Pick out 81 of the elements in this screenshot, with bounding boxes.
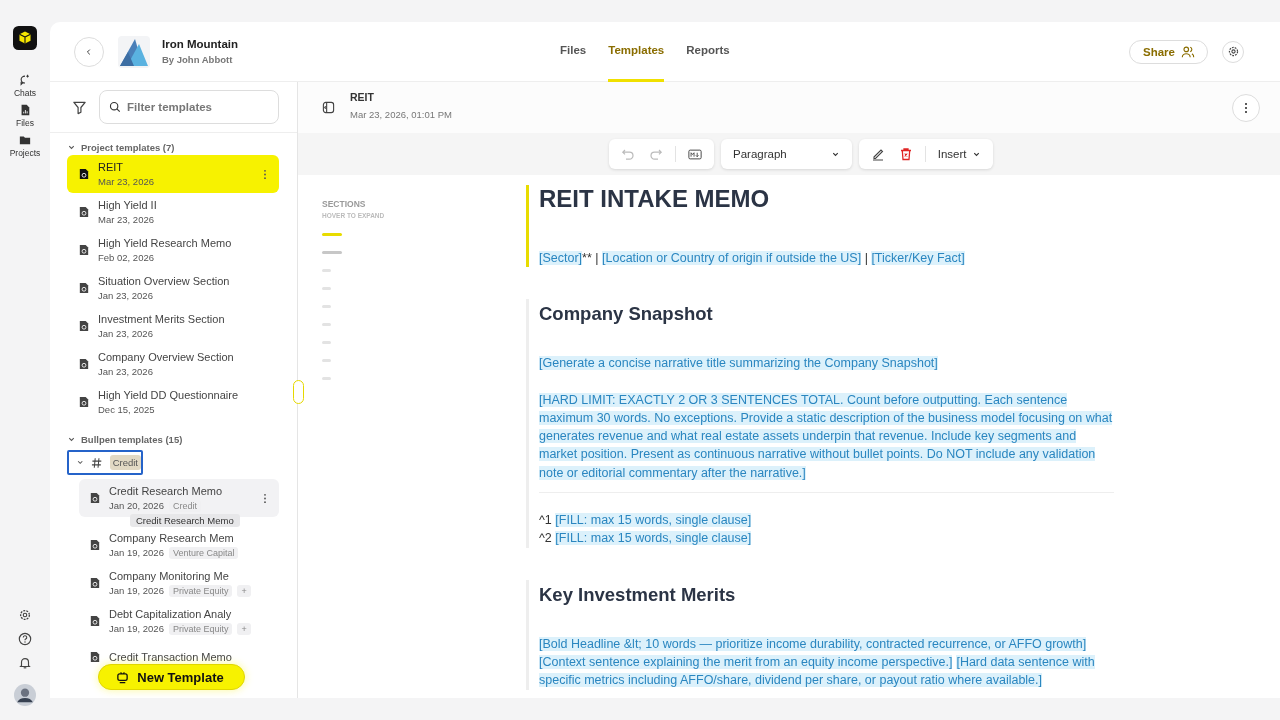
document-icon xyxy=(79,396,89,408)
tag: Venture Capital xyxy=(168,546,239,559)
folder-icon xyxy=(19,134,31,146)
template-item[interactable]: Company Research Mem Jan 19, 2026 Venture Capital xyxy=(79,526,279,564)
tag: Credit xyxy=(109,455,141,470)
more-icon[interactable] xyxy=(263,492,267,504)
memo-paragraph: [HARD LIMIT: EXACTLY 2 OR 3 SENTENCES TOTAL. Count before outputting. Each sentence maximum 30 words. No exceptions. Provide a static description of the business model focusing on what generates revenue and what real estate assets underpin that revenue. Include key segments and market position. Present as continuous narrative without bullet points. Do NOT include any validation note or editorial commentary after the narrative.] xyxy=(539,391,1114,482)
hash-icon xyxy=(91,456,103,469)
memo-paragraph: [Bold Headline &lt; 10 words — prioritize income durability, contracted recurrence, or AFFO growth] [Context sentence explaining the merit from an equity income perspective.] [Hard data sentence with specific metrics including AFFO/share, dividend per share, or payout ratio where available.] xyxy=(539,635,1096,690)
users-icon xyxy=(1181,44,1195,59)
tag: + xyxy=(237,622,251,635)
template-item[interactable]: REIT Mar 23, 2026 xyxy=(67,155,279,193)
document-icon xyxy=(90,492,100,504)
help-icon[interactable] xyxy=(18,632,32,646)
template-item[interactable]: Company Overview Section Jan 23, 2026 xyxy=(67,345,279,383)
document-icon xyxy=(79,320,89,332)
document-title: REIT xyxy=(350,91,375,103)
resize-handle[interactable] xyxy=(293,380,304,404)
memo-block[interactable]: REIT INTAKE MEMO [Sector]** | [Location or Country of origin if outside the US] | [Ticker/Key Fact] xyxy=(526,185,1114,268)
tab[interactable]: Reports xyxy=(686,22,730,82)
outline-title: SECTIONS xyxy=(322,199,367,209)
section-heading: Company Snapshot xyxy=(539,302,714,326)
undo-icon xyxy=(621,147,635,161)
template-item[interactable]: Investment Merits Section Jan 23, 2026 xyxy=(67,307,279,345)
mountain-logo xyxy=(118,35,150,68)
nav-item[interactable]: Projects xyxy=(9,134,41,158)
tag: Private Equity xyxy=(168,584,233,597)
settings-icon xyxy=(1226,45,1240,58)
template-item[interactable]: High Yield Research Memo Feb 02, 2026 xyxy=(67,231,279,269)
more-icon xyxy=(1244,101,1248,114)
tag: Private Equity xyxy=(168,622,233,635)
template-item[interactable]: Situation Overview Section Jan 23, 2026 xyxy=(67,269,279,307)
sidebar-toggle-icon[interactable] xyxy=(322,101,335,114)
memo-paragraph: ^2 [FILL: max 15 words, single clause] xyxy=(539,530,753,548)
project-name: Iron Mountain xyxy=(162,38,238,50)
filter-icon[interactable] xyxy=(72,99,87,115)
file-chart-icon xyxy=(19,104,31,116)
document-timestamp: Mar 23, 2026, 01:01 PM xyxy=(350,109,452,120)
document-icon xyxy=(79,282,89,294)
memo-paragraph: [Sector]** | [Location or Country of origin if outside the US] | [Ticker/Key Fact] xyxy=(539,250,966,267)
filter-field[interactable]: Filter templates xyxy=(99,90,279,124)
tag: + xyxy=(237,584,251,597)
trash-icon xyxy=(898,147,913,161)
chat-icon xyxy=(19,74,31,86)
name-tooltip: Credit Research Memo xyxy=(130,514,240,527)
settings-icon[interactable] xyxy=(18,608,32,622)
back-icon xyxy=(85,47,93,56)
redo-icon xyxy=(649,147,663,161)
document-icon xyxy=(90,577,100,589)
nav-item[interactable]: Files xyxy=(9,104,41,128)
document-icon xyxy=(79,206,89,218)
document-icon xyxy=(79,168,89,180)
template-item[interactable]: High Yield II Mar 23, 2026 xyxy=(67,193,279,231)
avatar[interactable] xyxy=(14,684,36,706)
document-icon xyxy=(79,358,89,370)
template-item[interactable]: High Yield DD Questionnaire Dec 15, 2025 xyxy=(67,383,279,421)
tag-group[interactable]: Credit xyxy=(67,450,143,475)
chevron-icon xyxy=(76,458,85,467)
template-item[interactable]: Company Monitoring Me Jan 19, 2026 Private Equity + xyxy=(79,564,279,602)
pencil-icon xyxy=(870,147,885,161)
document-icon xyxy=(90,615,100,627)
memo-paragraph: ^1 [FILL: max 15 words, single clause] xyxy=(539,512,753,530)
group-header[interactable]: Bullpen templates (15) xyxy=(67,431,183,447)
group-header[interactable]: Project templates (7) xyxy=(67,139,175,155)
memo-paragraph: [Generate a concise narrative title summarizing the Company Snapshot] xyxy=(539,355,939,373)
nav-item[interactable]: Chats xyxy=(9,74,41,98)
more-icon[interactable] xyxy=(263,168,267,180)
tab[interactable]: Files xyxy=(560,22,587,82)
template-item[interactable]: Debt Capitalization Analy Jan 19, 2026 Private Equity + xyxy=(79,602,279,640)
bot-icon xyxy=(116,670,130,684)
document-icon xyxy=(90,539,100,551)
document-icon xyxy=(90,651,100,663)
memo-block[interactable] xyxy=(526,299,1114,548)
markdown-icon xyxy=(688,148,702,160)
section-heading: Key Investment Merits xyxy=(539,582,737,606)
new-template-button[interactable]: New Template xyxy=(98,664,245,690)
app-logo[interactable] xyxy=(13,26,37,50)
memo-title: REIT INTAKE MEMO xyxy=(539,185,771,213)
notification-icon[interactable] xyxy=(18,656,32,670)
document-icon xyxy=(79,244,89,256)
project-author: By John Abbott xyxy=(162,54,234,65)
